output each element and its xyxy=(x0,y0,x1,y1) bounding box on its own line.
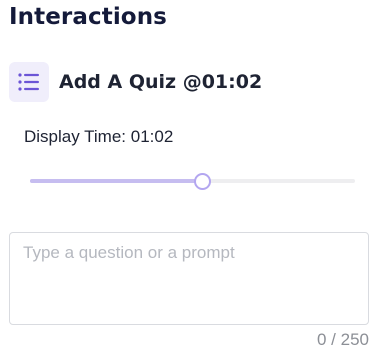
character-counter: 0 / 250 xyxy=(317,330,369,349)
display-time-slider[interactable] xyxy=(30,170,355,192)
list-icon[interactable] xyxy=(9,62,49,102)
slider-fill xyxy=(30,179,203,183)
interaction-title: Add A Quiz @01:02 xyxy=(59,71,263,93)
display-time-label: Display Time: 01:02 xyxy=(24,127,174,146)
question-prompt-input[interactable] xyxy=(9,232,369,325)
panel-title: Interactions xyxy=(9,4,167,30)
interaction-header: Add A Quiz @01:02 xyxy=(9,62,262,102)
slider-thumb[interactable] xyxy=(194,173,212,190)
